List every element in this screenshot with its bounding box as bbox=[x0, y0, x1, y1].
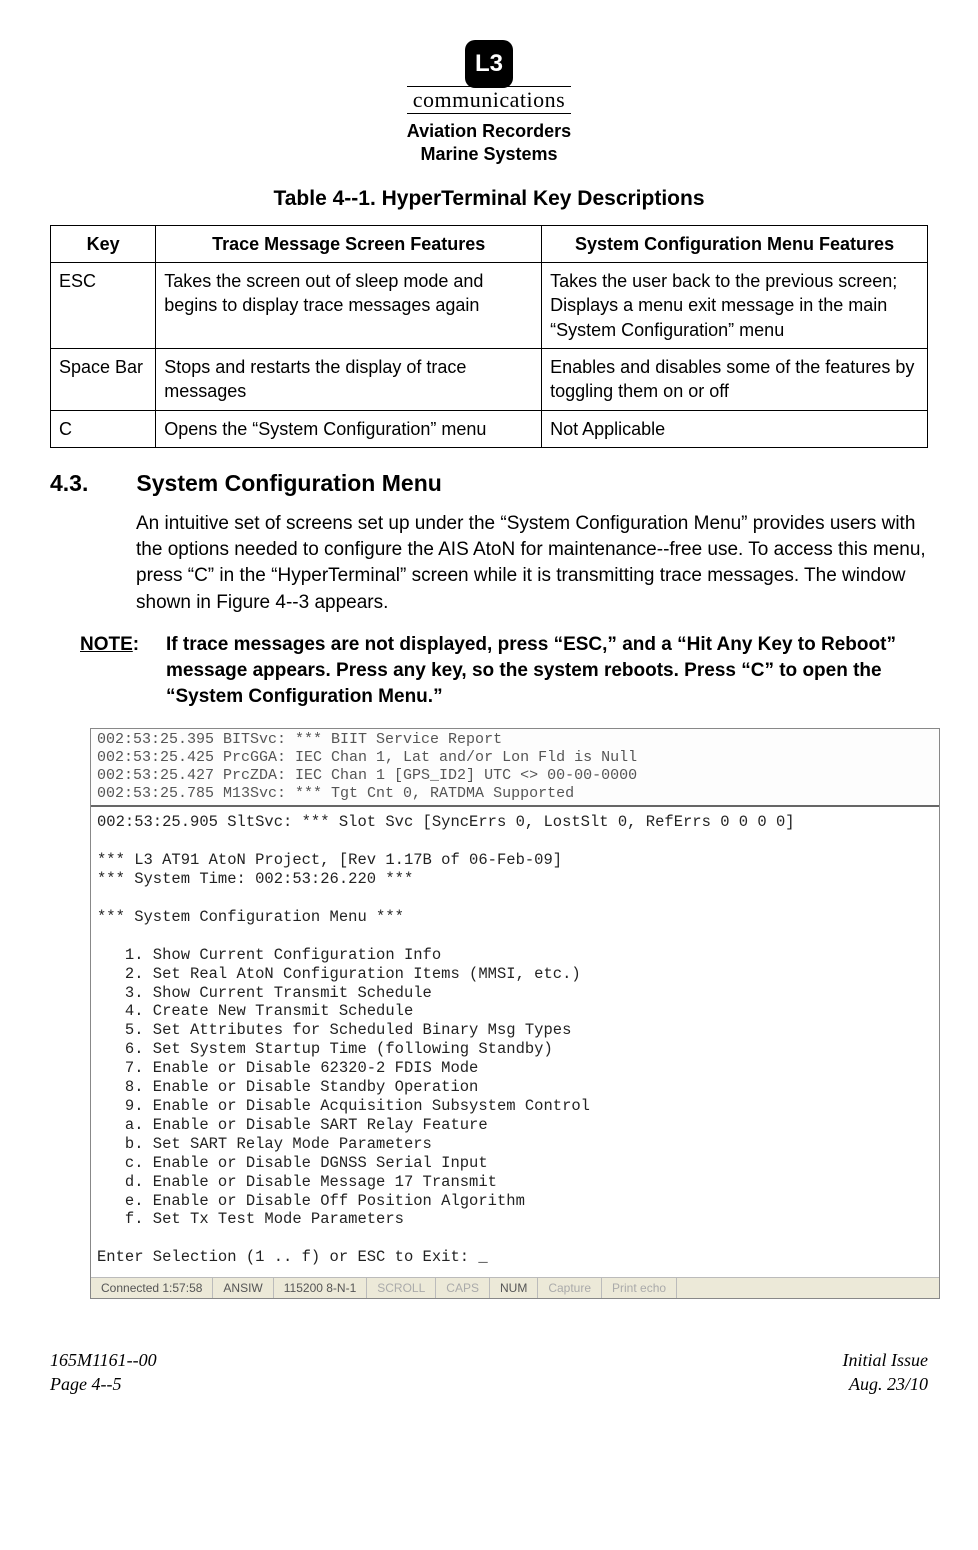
status-caps: CAPS bbox=[436, 1278, 490, 1298]
table-row: Space Bar Stops and restarts the display… bbox=[51, 348, 928, 410]
section-number: 4.3. bbox=[50, 470, 130, 497]
issue-label: Initial Issue bbox=[843, 1349, 929, 1372]
col-key: Key bbox=[51, 225, 156, 262]
col-trace: Trace Message Screen Features bbox=[156, 225, 542, 262]
status-port: 115200 8-N-1 bbox=[274, 1278, 368, 1298]
table-row: C Opens the “System Configuration” menu … bbox=[51, 410, 928, 447]
header-lines: Aviation Recorders Marine Systems bbox=[50, 120, 928, 167]
table-header-row: Key Trace Message Screen Features System… bbox=[51, 225, 928, 262]
issue-date: Aug. 23/10 bbox=[843, 1373, 929, 1396]
note-block: NOTE: If trace messages are not displaye… bbox=[80, 632, 928, 711]
logo-text: L3 bbox=[475, 50, 503, 78]
cell-key: C bbox=[51, 410, 156, 447]
cell-key: Space Bar bbox=[51, 348, 156, 410]
footer-right: Initial Issue Aug. 23/10 bbox=[843, 1349, 929, 1396]
table-title: Table 4--1. HyperTerminal Key Descriptio… bbox=[50, 187, 928, 211]
header-line2: Marine Systems bbox=[50, 143, 928, 166]
note-text: If trace messages are not displayed, pre… bbox=[166, 634, 896, 707]
section-title: System Configuration Menu bbox=[136, 470, 441, 496]
table-row: ESC Takes the screen out of sleep mode a… bbox=[51, 263, 928, 349]
cell-sys: Enables and disables some of the feature… bbox=[542, 348, 928, 410]
page-number: Page 4--5 bbox=[50, 1373, 157, 1396]
page-header: L3 communications Aviation Recorders Mar… bbox=[50, 40, 928, 167]
cell-key: ESC bbox=[51, 263, 156, 349]
note-label: NOTE bbox=[80, 632, 133, 658]
footer-left: 165M1161--00 Page 4--5 bbox=[50, 1349, 157, 1396]
section-paragraph: An intuitive set of screens set up under… bbox=[136, 511, 928, 616]
cell-sys: Takes the user back to the previous scre… bbox=[542, 263, 928, 349]
cell-trace: Opens the “System Configuration” menu bbox=[156, 410, 542, 447]
section-heading: 4.3. System Configuration Menu bbox=[50, 470, 928, 497]
logo-subtext: communications bbox=[407, 86, 571, 114]
status-print: Print echo bbox=[602, 1278, 677, 1298]
status-num: NUM bbox=[490, 1278, 538, 1298]
status-connected: Connected 1:57:58 bbox=[91, 1278, 213, 1298]
terminal-body: 002:53:25.905 SltSvc: *** Slot Svc [Sync… bbox=[91, 805, 939, 1277]
cell-trace: Takes the screen out of sleep mode and b… bbox=[156, 263, 542, 349]
terminal-window: 002:53:25.395 BITSvc: *** BIIT Service R… bbox=[90, 728, 940, 1299]
terminal-statusbar: Connected 1:57:58 ANSIW 115200 8-N-1 SCR… bbox=[91, 1277, 939, 1298]
terminal-scrollback: 002:53:25.395 BITSvc: *** BIIT Service R… bbox=[91, 729, 939, 805]
page-footer: 165M1161--00 Page 4--5 Initial Issue Aug… bbox=[50, 1349, 928, 1396]
logo-badge: L3 bbox=[465, 40, 513, 88]
col-sys: System Configuration Menu Features bbox=[542, 225, 928, 262]
status-termtype: ANSIW bbox=[213, 1278, 273, 1298]
company-logo: L3 communications bbox=[407, 40, 571, 114]
status-scroll: SCROLL bbox=[367, 1278, 436, 1298]
cell-trace: Stops and restarts the display of trace … bbox=[156, 348, 542, 410]
key-description-table: Key Trace Message Screen Features System… bbox=[50, 225, 928, 448]
status-capture: Capture bbox=[538, 1278, 602, 1298]
header-line1: Aviation Recorders bbox=[50, 120, 928, 143]
cell-sys: Not Applicable bbox=[542, 410, 928, 447]
doc-number: 165M1161--00 bbox=[50, 1349, 157, 1372]
